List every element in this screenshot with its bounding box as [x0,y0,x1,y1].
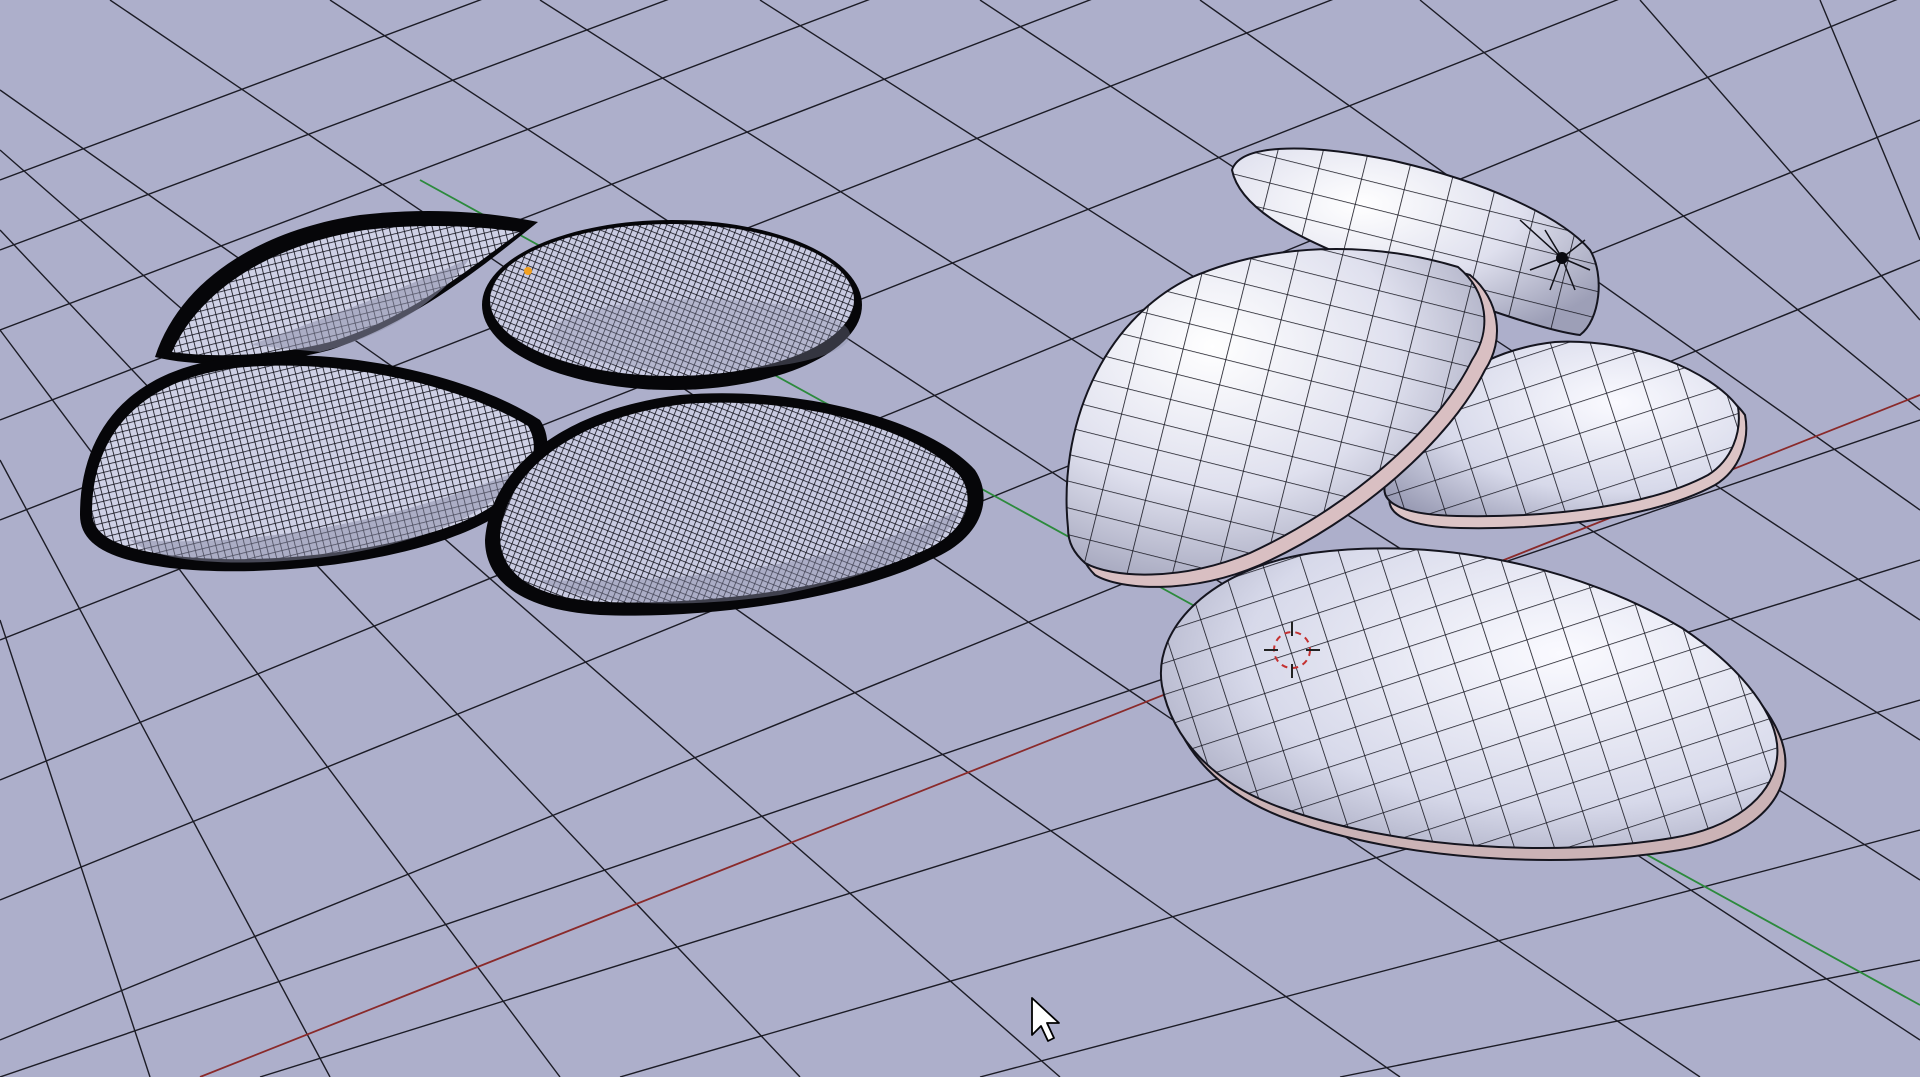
3d-viewport[interactable] [0,0,1920,1077]
grid-line [1339,959,1920,1077]
grid-line [0,0,482,181]
low-res-shell-group[interactable] [1065,147,1787,861]
shell-low-res-3[interactable] [1065,248,1498,588]
grid-line [979,829,1920,1077]
object-origin-dot [524,267,532,275]
scene-canvas[interactable] [0,0,1920,1077]
high-res-shell-group[interactable] [80,210,984,616]
shell-high-res-4[interactable] [485,393,984,616]
shell-high-res-1[interactable] [155,210,538,364]
shell-high-res-2[interactable] [482,220,862,390]
shell-high-res-3[interactable] [80,354,548,572]
grid-line [1819,0,1920,241]
grid-line [0,0,669,251]
mouse-pointer-icon [1031,997,1060,1042]
